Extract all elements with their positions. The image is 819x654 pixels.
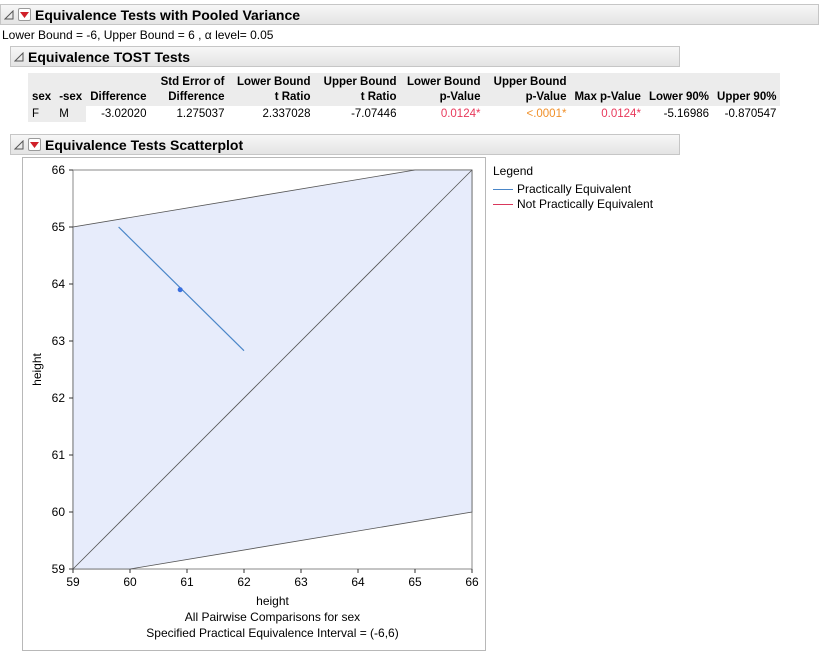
caption-comparisons: All Pairwise Comparisons for sex [184,610,361,624]
x-tick-label: 66 [465,575,479,589]
y-tick-label: 62 [52,391,66,405]
x-tick-label: 61 [180,575,194,589]
y-tick-label: 60 [52,505,66,519]
x-tick-label: 60 [123,575,137,589]
y-tick-label: 63 [52,334,66,348]
equivalence-scatterplot[interactable]: 59 60 61 62 63 64 65 66 59 60 61 62 63 64 65 66 height [0,0,819,654]
caption-interval: Specified Practical Equivalence Interval… [146,626,399,640]
y-tick-label: 59 [52,562,66,576]
y-tick-label: 66 [52,163,66,177]
y-tick-label: 64 [52,277,66,291]
x-axis-label: height [256,594,289,608]
legend-title: Legend [493,164,534,178]
y-tick-label: 65 [52,220,66,234]
x-tick-label: 65 [408,575,422,589]
x-tick-label: 64 [351,575,365,589]
y-axis-label: height [30,352,44,385]
legend-line-icon [493,203,513,205]
legend-label: Not Practically Equivalent [517,197,654,211]
x-tick-label: 62 [237,575,251,589]
data-point[interactable] [177,287,183,293]
y-tick-label: 61 [52,448,66,462]
legend-label: Practically Equivalent [517,182,632,196]
x-tick-label: 63 [294,575,308,589]
legend-line-icon [493,188,513,190]
legend-item-equivalent[interactable]: Practically Equivalent [493,182,631,196]
legend-item-not-equivalent[interactable]: Not Practically Equivalent [493,197,653,211]
x-tick-label: 59 [66,575,80,589]
